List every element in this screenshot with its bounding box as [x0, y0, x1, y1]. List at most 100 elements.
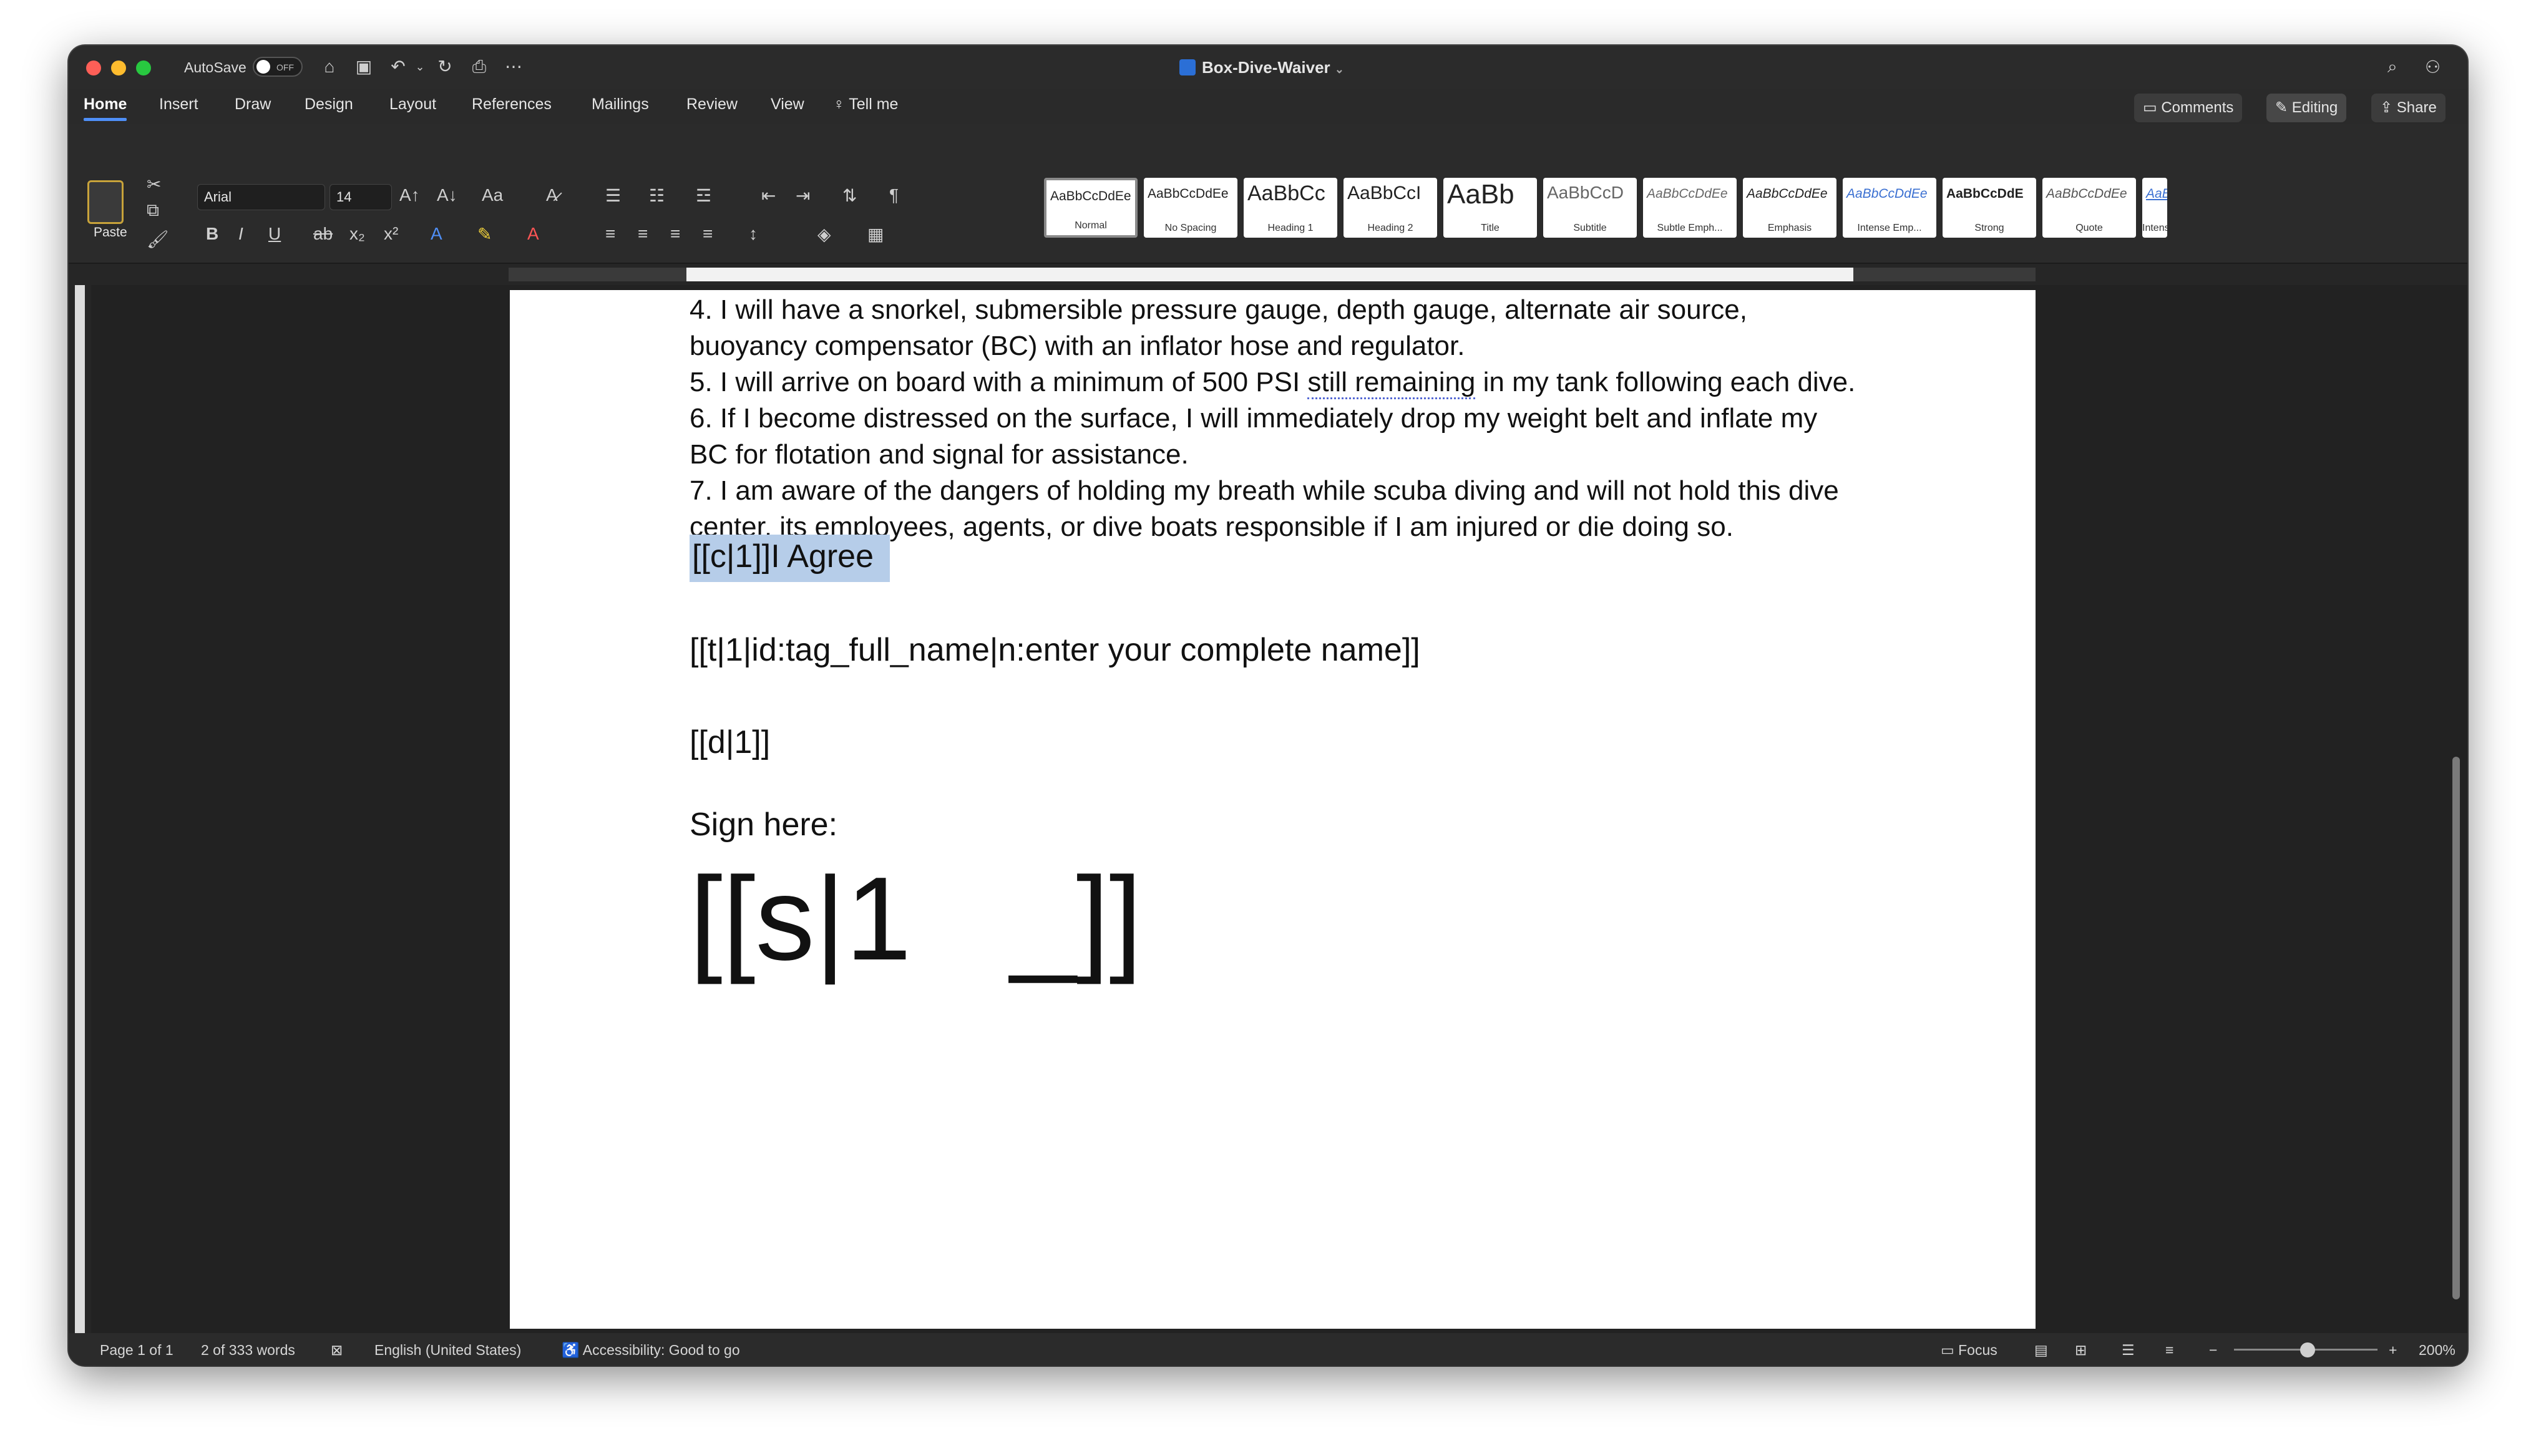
print-icon[interactable]: ⎙ — [468, 56, 490, 78]
paste-icon[interactable] — [87, 180, 124, 224]
date-tag-line[interactable]: [[d|1]] — [690, 724, 770, 760]
style-quote[interactable]: AaBbCcDdEe Quote — [2042, 178, 2136, 238]
checkbox-tag[interactable]: [[c|1]]I Agree — [690, 535, 890, 582]
close-window-button[interactable] — [86, 61, 101, 75]
align-right-icon[interactable]: ≡ — [670, 224, 680, 244]
horizontal-ruler[interactable] — [69, 264, 2467, 285]
outline-view-icon[interactable]: ☰ — [2122, 1342, 2135, 1359]
font-color-icon[interactable]: A — [527, 224, 539, 244]
style-title[interactable]: AaBb Title — [1443, 178, 1537, 238]
tab-insert[interactable]: Insert — [159, 95, 198, 114]
style-heading-2[interactable]: AaBbCcI Heading 2 — [1344, 178, 1437, 238]
editing-button[interactable]: ✎ Editing — [2266, 94, 2347, 122]
numbering-icon[interactable]: ☷ — [649, 185, 665, 206]
text-effects-icon[interactable]: A — [431, 224, 442, 244]
waiver-clauses[interactable]: 4. I will have a snorkel, submersible pr… — [690, 292, 1855, 545]
name-tag[interactable]: [[t|1|id:tag_full_name|n:enter your comp… — [690, 632, 1420, 668]
format-painter-icon[interactable]: 🖌 — [147, 229, 169, 250]
copy-icon[interactable]: ⧉ — [147, 200, 159, 221]
clear-formatting-icon[interactable]: A̷ — [546, 185, 558, 205]
zoom-out-icon[interactable]: − — [2209, 1342, 2217, 1359]
show-formatting-icon[interactable]: ¶ — [889, 185, 899, 205]
share-button[interactable]: ⇪ Share — [2371, 94, 2446, 122]
tab-mailings[interactable]: Mailings — [592, 95, 649, 114]
change-case-icon[interactable]: Aa — [482, 185, 503, 205]
style-subtitle[interactable]: AaBbCcD Subtitle — [1543, 178, 1637, 238]
subscript-icon[interactable]: x₂ — [349, 224, 365, 244]
style-heading-1[interactable]: AaBbCc Heading 1 — [1244, 178, 1337, 238]
sign-label-line[interactable]: Sign here: — [690, 807, 837, 843]
superscript-icon[interactable]: x² — [384, 224, 398, 244]
tab-design[interactable]: Design — [305, 95, 353, 114]
signature-tag[interactable]: [[s|1 _]] — [690, 857, 1142, 981]
decrease-indent-icon[interactable]: ⇤ — [761, 185, 776, 206]
vertical-scrollbar[interactable] — [2452, 757, 2460, 1299]
comments-button[interactable]: ▭ Comments — [2134, 94, 2243, 122]
tab-references[interactable]: References — [472, 95, 552, 114]
style-subtle-emphasis[interactable]: AaBbCcDdEe Subtle Emph... — [1643, 178, 1737, 238]
style-intense-emphasis[interactable]: AaBbCcDdEe Intense Emp... — [1843, 178, 1936, 238]
style-no-spacing[interactable]: AaBbCcDdEe No Spacing — [1144, 178, 1237, 238]
language[interactable]: English (United States) — [374, 1342, 521, 1359]
home-icon[interactable]: ⌂ — [318, 56, 341, 78]
more-icon[interactable]: ⋯ — [502, 56, 525, 78]
web-layout-icon[interactable]: ⊞ — [2075, 1342, 2087, 1359]
strikethrough-icon[interactable]: ab — [313, 224, 333, 244]
date-tag[interactable]: [[d|1]] — [690, 724, 770, 760]
align-center-icon[interactable]: ≡ — [638, 224, 648, 244]
style-sample: AaBbCcI — [1347, 183, 1422, 203]
minimize-window-button[interactable] — [111, 61, 126, 75]
name-tag-line[interactable]: [[t|1|id:tag_full_name|n:enter your comp… — [690, 632, 1420, 668]
tab-tell-me[interactable]: ♀ Tell me — [833, 95, 898, 114]
highlight-icon[interactable]: ✎ — [477, 224, 492, 245]
maximize-window-button[interactable] — [136, 61, 151, 75]
zoom-level[interactable]: 200% — [2419, 1342, 2456, 1359]
line-spacing-icon[interactable]: ↕ — [749, 224, 758, 244]
undo-dropdown-icon[interactable]: ⌄ — [409, 56, 431, 78]
font-size-select[interactable]: 14 — [329, 184, 392, 210]
style-strong[interactable]: AaBbCcDdE Strong — [1943, 178, 2036, 238]
save-icon[interactable]: ▣ — [353, 56, 375, 78]
shading-icon[interactable]: ◈ — [817, 224, 831, 245]
checkbox-tag-line[interactable]: [[c|1]]I Agree — [690, 535, 890, 582]
sort-icon[interactable]: ⇅ — [842, 185, 857, 206]
tab-review[interactable]: Review — [686, 95, 738, 114]
autosave-toggle[interactable]: OFF — [253, 57, 303, 77]
accessibility-status[interactable]: ♿ Accessibility: Good to go — [562, 1342, 740, 1359]
shrink-font-icon[interactable]: A↓ — [437, 185, 457, 205]
align-left-icon[interactable]: ≡ — [605, 224, 615, 244]
chevron-down-icon[interactable]: ⌄ — [1335, 63, 1344, 75]
vertical-ruler[interactable] — [69, 285, 91, 1366]
grammar-flag[interactable]: still remaining — [1307, 367, 1476, 399]
tab-draw[interactable]: Draw — [235, 95, 271, 114]
grow-font-icon[interactable]: A↑ — [399, 185, 420, 205]
redo-icon[interactable]: ↻ — [434, 56, 456, 78]
print-layout-icon[interactable]: ▤ — [2034, 1342, 2048, 1359]
bold-icon[interactable]: B — [206, 224, 218, 244]
multilevel-list-icon[interactable]: ☲ — [696, 185, 711, 206]
italic-icon[interactable]: I — [238, 224, 243, 244]
style-normal[interactable]: AaBbCcDdEe Normal — [1044, 178, 1138, 238]
proofing-icon[interactable]: ⊠ — [331, 1342, 343, 1359]
increase-indent-icon[interactable]: ⇥ — [796, 185, 810, 206]
draft-view-icon[interactable]: ≡ — [2165, 1342, 2173, 1359]
search-icon[interactable]: ⌕ — [2387, 57, 2397, 77]
zoom-in-icon[interactable]: + — [2389, 1342, 2397, 1359]
tab-view[interactable]: View — [771, 95, 804, 114]
focus-button[interactable]: ▭ Focus — [1941, 1342, 1997, 1359]
borders-icon[interactable]: ▦ — [867, 224, 884, 245]
font-name-select[interactable]: Arial — [197, 184, 325, 210]
bullets-icon[interactable]: ☰ — [605, 185, 621, 206]
tab-layout[interactable]: Layout — [389, 95, 436, 114]
style-emphasis[interactable]: AaBbCcDdEe Emphasis — [1743, 178, 1836, 238]
underline-icon[interactable]: U — [268, 224, 281, 244]
justify-icon[interactable]: ≡ — [703, 224, 713, 244]
page-count[interactable]: Page 1 of 1 — [100, 1342, 173, 1359]
cut-icon[interactable]: ✂ — [147, 174, 161, 195]
zoom-slider-knob[interactable] — [2300, 1342, 2315, 1357]
undo-icon[interactable]: ↶ — [387, 56, 409, 78]
tab-home[interactable]: Home — [84, 95, 127, 121]
style-intense-quote[interactable]: AaBbCcDdEe Intense Quote — [2142, 178, 2167, 238]
word-count[interactable]: 2 of 333 words — [201, 1342, 295, 1359]
share-people-icon[interactable]: ⚇ — [2425, 57, 2441, 77]
